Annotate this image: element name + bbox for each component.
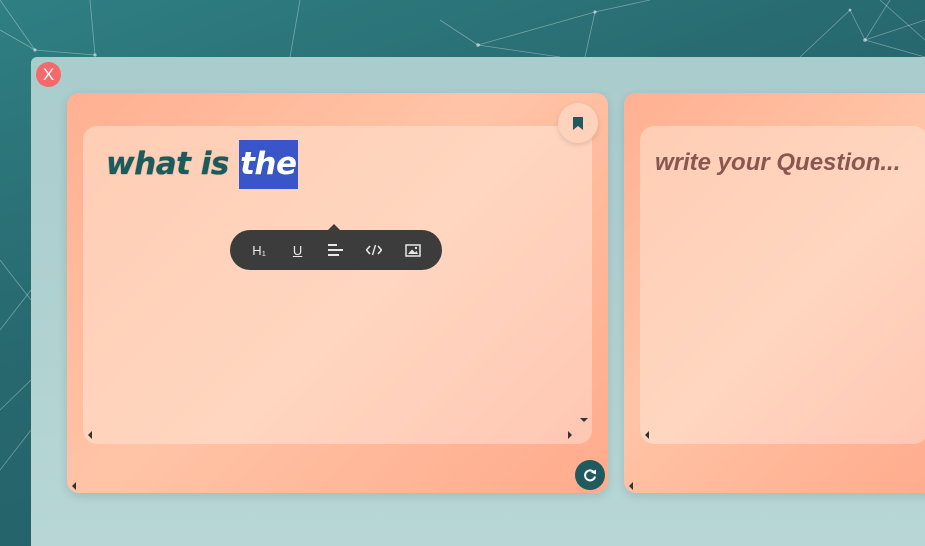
underline-icon: U [292,242,303,258]
bookmark-button[interactable] [558,103,598,143]
card-scroll-left-arrow-2[interactable] [629,482,633,490]
question-placeholder: write your Question... [655,149,901,176]
image-icon [405,243,421,257]
refresh-button[interactable] [575,460,605,490]
question-card-2: write your Question... [624,93,925,493]
close-label: X [42,64,55,84]
scroll-left-arrow-2[interactable] [645,431,649,439]
scroll-right-arrow[interactable] [568,431,572,439]
refresh-icon [584,469,596,482]
align-button[interactable] [322,244,350,256]
question-card: what is the H₁ U [67,93,608,493]
code-button[interactable] [360,244,388,256]
align-icon [327,244,343,256]
question-editor-2[interactable]: write your Question... [640,126,925,444]
heading-button[interactable]: H₁ [245,243,273,258]
scroll-left-arrow[interactable] [88,431,92,439]
question-text-plain: what is [106,146,240,182]
close-button[interactable]: X [36,62,61,87]
question-editor[interactable]: what is the H₁ U [83,126,592,444]
image-button[interactable] [399,243,427,257]
selected-text: the [239,140,298,189]
code-icon [366,244,383,256]
question-text[interactable]: what is the [106,140,298,189]
bookmark-icon [573,116,583,130]
scroll-down-arrow[interactable] [580,418,588,422]
formatting-toolbar: H₁ U [230,224,442,270]
underline-button[interactable]: U [284,243,312,258]
heading-icon: H₁ [252,242,267,258]
card-scroll-left-arrow[interactable] [72,482,76,490]
